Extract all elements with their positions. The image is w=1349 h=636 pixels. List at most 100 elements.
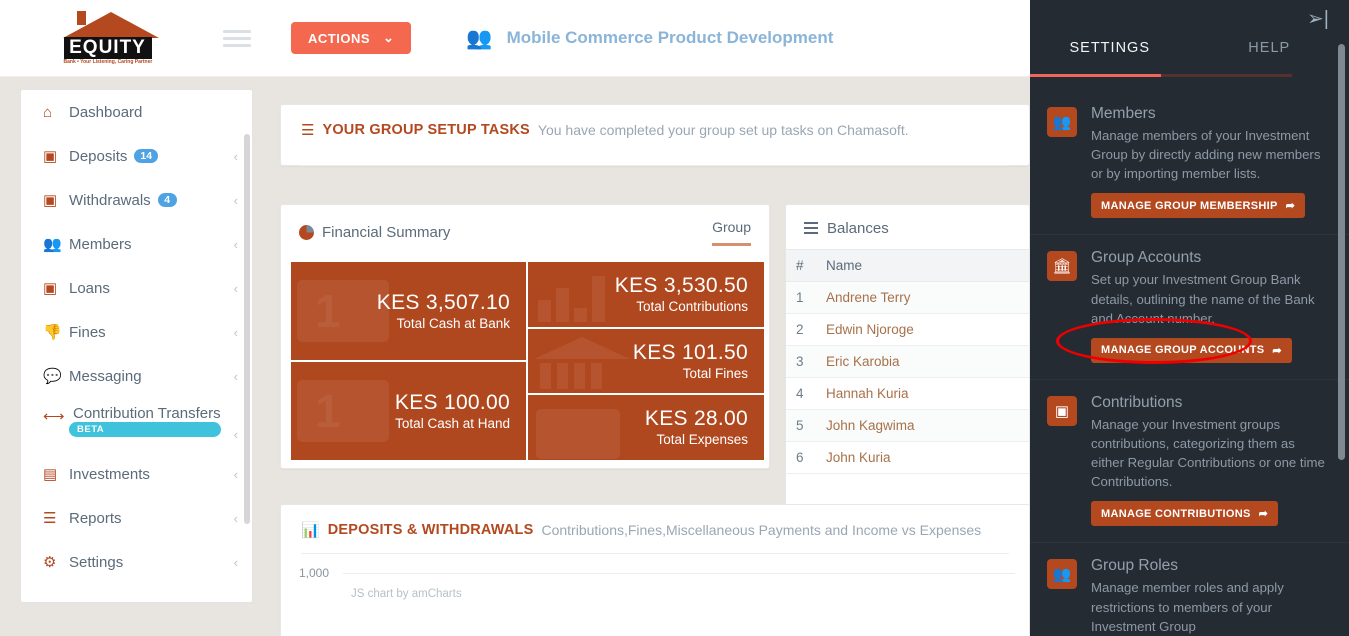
chevron-left-icon: ‹ (233, 554, 238, 570)
table-row[interactable]: 4 Hannah Kuria (786, 377, 1029, 410)
sidebar-item-label: Deposits (69, 147, 128, 165)
settings-item-members: 👥 Members Manage members of your Investm… (1030, 91, 1349, 236)
sidebar-item-loans[interactable]: ▣ Loans ‹ (21, 266, 252, 310)
cell-name[interactable]: Eric Karobia (816, 345, 1029, 378)
sidebar-item-fines[interactable]: 👎 Fines ‹ (21, 310, 252, 354)
chevron-left-icon: ‹ (233, 236, 238, 252)
stat-total-cash-at-hand: KES 100.00 Total Cash at Hand (291, 362, 526, 460)
chat-bubbles-icon: 💬 (43, 368, 62, 385)
group-setup-tasks-subtitle: You have completed your group set up tas… (537, 122, 909, 138)
group-setup-tasks-title: YOUR GROUP SETUP TASKS (322, 122, 530, 138)
sidebar-item-withdrawals[interactable]: ▣ Withdrawals 4 ‹ (21, 178, 252, 222)
bar-chart-icon: 📊 (301, 522, 320, 539)
settings-item-description: Manage member roles and apply restrictio… (1091, 580, 1284, 634)
settings-panel-topbar: ➢| (1030, 0, 1349, 36)
sidebar-item-label: Messaging (69, 367, 142, 385)
table-row[interactable]: 1 Andrene Terry (786, 281, 1029, 314)
people-icon: 👥 (1047, 559, 1077, 590)
stat-total-fines: KES 101.50 Total Fines (528, 328, 764, 394)
cell-index: 4 (786, 377, 816, 410)
table-row[interactable]: 2 Edwin Njoroge (786, 313, 1029, 346)
table-row[interactable]: 5 John Kagwima (786, 409, 1029, 442)
sidebar-item-reports[interactable]: ☰ Reports ‹ (21, 496, 252, 540)
sidebar-item-label: Reports (69, 509, 122, 527)
stat-amount: KES 101.50 (632, 340, 748, 364)
financial-summary-grid: KES 3,507.10 Total Cash at Bank KES 100.… (291, 262, 764, 460)
financial-summary-left-column: KES 3,507.10 Total Cash at Bank KES 100.… (291, 262, 526, 460)
sidebar-item-label: Members (69, 235, 132, 253)
arrow-right-curved-icon: ➦ (1285, 200, 1296, 213)
sidebar-item-members[interactable]: 👥 Members ‹ (21, 222, 252, 266)
deposits-withdrawals-header: 📊 DEPOSITS & WITHDRAWALS Contributions,F… (281, 505, 1029, 553)
manage-group-accounts-button[interactable]: MANAGE GROUP ACCOUNTS ➦ (1091, 337, 1292, 363)
deposits-withdrawals-title: DEPOSITS & WITHDRAWALS (327, 522, 534, 538)
sidebar-item-deposits[interactable]: ▣ Deposits 14 ‹ (21, 134, 252, 178)
logo-tagline: Bank • Your Listening, Caring Partner (63, 59, 153, 65)
sidebar-item-settings[interactable]: ⚙ Settings ‹ (21, 540, 252, 584)
settings-panel-scrollbar[interactable] (1338, 44, 1345, 460)
cell-index: 2 (786, 313, 816, 346)
tab-help[interactable]: HELP (1190, 36, 1349, 74)
stat-amount: KES 100.00 (394, 391, 510, 414)
chevron-left-icon: ‹ (233, 427, 238, 442)
stat-total-cash-at-bank: KES 3,507.10 Total Cash at Bank (291, 262, 526, 360)
page-title: Mobile Commerce Product Development (506, 28, 834, 47)
balances-header: Balances (786, 205, 1029, 249)
list-icon: ☰ (301, 122, 315, 139)
financial-summary-header: Financial Summary Group (281, 205, 769, 246)
divider (301, 165, 1009, 166)
sidebar-item-messaging[interactable]: 💬 Messaging ‹ (21, 354, 252, 398)
sidebar-item-dashboard[interactable]: ⌂ Dashboard (21, 90, 252, 134)
settings-item-title: Group Roles (1091, 557, 1179, 575)
stat-amount: KES 28.00 (644, 407, 748, 431)
money-note-icon: ▣ (43, 148, 58, 165)
group-setup-tasks-header: ☰ YOUR GROUP SETUP TASKS You have comple… (281, 105, 1029, 153)
chevron-left-icon: ‹ (233, 280, 238, 296)
table-row[interactable]: 6 John Kuria (786, 441, 1029, 474)
stat-amount: KES 3,530.50 (614, 274, 748, 298)
chart-gridline (343, 573, 1015, 574)
hamburger-line (223, 36, 251, 40)
chevron-down-icon: ⌄ (383, 30, 395, 45)
arrow-right-curved-icon: ➦ (1258, 508, 1269, 521)
cell-index: 6 (786, 441, 816, 474)
financial-summary-right-column: KES 3,530.50 Total Contributions KES 101… (528, 262, 764, 460)
manage-contributions-button[interactable]: MANAGE CONTRIBUTIONS ➦ (1091, 501, 1279, 527)
sidebar-item-label: Fines (69, 323, 106, 341)
bank-watermark-icon (534, 336, 630, 393)
hamburger-line (223, 29, 251, 33)
cell-name[interactable]: Edwin Njoroge (816, 313, 1029, 346)
financial-summary-title: Financial Summary (322, 224, 451, 241)
sidebar-scrollbar[interactable] (244, 134, 250, 524)
chevron-left-icon: ‹ (233, 466, 238, 482)
logo-wordmark: EQUITY (63, 37, 152, 59)
actions-button-label: ACTIONS (308, 30, 370, 46)
manage-group-membership-button[interactable]: MANAGE GROUP MEMBERSHIP ➦ (1091, 193, 1306, 219)
tab-group[interactable]: Group (712, 219, 751, 246)
settings-item-group-accounts: 🏛 Group Accounts Set up your Investment … (1030, 235, 1349, 380)
list-lines-icon (804, 219, 818, 237)
money-note-icon: ▣ (43, 192, 58, 209)
stat-total-expenses: KES 28.00 Total Expenses (528, 395, 764, 460)
sidebar-item-contribution-transfers[interactable]: ⟷ Contribution Transfers BETA ‹ (21, 398, 252, 452)
actions-button[interactable]: ACTIONS ⌄ (291, 22, 412, 54)
money-note-icon: ▣ (43, 280, 58, 297)
tab-settings[interactable]: SETTINGS (1030, 36, 1190, 74)
table-row[interactable]: 3 Eric Karobia (786, 345, 1029, 378)
hamburger-line (223, 43, 251, 47)
building-icon: ▤ (43, 466, 58, 483)
cell-name[interactable]: John Kagwima (816, 409, 1029, 442)
sidebar-item-label: Withdrawals (69, 191, 151, 209)
sidebar-item-investments[interactable]: ▤ Investments ‹ (21, 452, 252, 496)
stat-label: Total Contributions (636, 299, 748, 315)
logout-arrow-icon[interactable]: ➢| (1307, 6, 1329, 31)
settings-item-title: Members (1091, 105, 1156, 122)
cell-name[interactable]: Hannah Kuria (816, 377, 1029, 410)
chevron-left-icon: ‹ (233, 148, 238, 164)
sidebar-item-label: Settings (69, 553, 124, 571)
cell-name[interactable]: Andrene Terry (816, 281, 1029, 314)
transfer-arrows-icon: ⟷ (43, 408, 65, 425)
deposits-withdrawals-card: 📊 DEPOSITS & WITHDRAWALS Contributions,F… (280, 504, 1030, 636)
hamburger-menu-icon[interactable] (223, 26, 251, 51)
cell-name[interactable]: John Kuria (816, 441, 1029, 474)
